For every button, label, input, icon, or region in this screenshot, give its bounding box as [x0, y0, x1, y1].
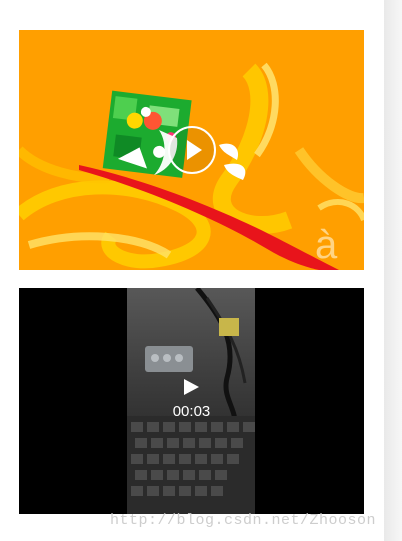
side-scroll-strip — [384, 0, 402, 541]
phone-screen: à 00:03 — [0, 0, 384, 541]
svg-text:à: à — [315, 223, 338, 267]
video-duration: 00:03 — [172, 403, 211, 420]
watermark-text: http://blog.csdn.net/Zhooson — [110, 512, 377, 529]
play-circle-icon[interactable] — [167, 125, 217, 175]
video-thumbnail-2 — [127, 288, 255, 514]
video-player-2[interactable]: 00:03 — [19, 288, 364, 514]
video-player-1[interactable]: à — [19, 30, 364, 270]
play-triangle-icon[interactable] — [181, 377, 201, 397]
page-title — [0, 0, 384, 10]
